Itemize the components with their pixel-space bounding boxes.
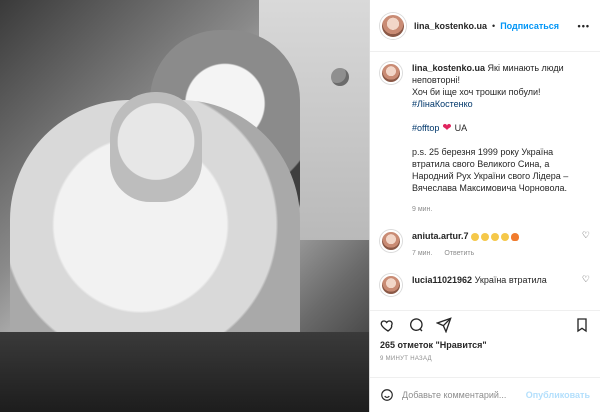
hashtag-offtop[interactable]: #offtop: [412, 122, 439, 134]
caption-hashtag[interactable]: #ЛінаКостенко: [412, 99, 473, 109]
photo-table: [0, 332, 369, 412]
ua-label: UA: [454, 123, 468, 133]
caption-offtop-line: #offtop ❤ UA: [412, 122, 590, 134]
caption-time: 9 мин.: [412, 206, 433, 213]
caption: lina_kostenko.ua Які минають люди неповт…: [380, 62, 590, 216]
post-username[interactable]: lina_kostenko.ua: [414, 21, 487, 31]
emoji-row: [471, 232, 520, 241]
fire-emoji-icon: [511, 232, 520, 241]
post-header: lina_kostenko.ua • Подписаться •••: [370, 0, 600, 52]
comment-username[interactable]: aniuta.artur.7: [412, 231, 469, 241]
bookmark-icon[interactable]: [574, 317, 590, 333]
comment-meta: 7 мин. Ответить: [412, 248, 582, 260]
comment-body: aniuta.artur.7 7 мин. Ответить: [412, 230, 582, 260]
comment-icon[interactable]: [408, 317, 424, 333]
smile-icon[interactable]: [380, 388, 394, 402]
likes-count[interactable]: 265 отметок "Нравится": [380, 340, 487, 350]
instagram-post-modal: lina_kostenko.ua • Подписаться ••• lina_…: [0, 0, 600, 412]
photo-lamp: [331, 68, 349, 86]
post-actions: [370, 310, 600, 338]
comment-composer: Опубликовать: [370, 377, 600, 412]
comment-like-icon[interactable]: ♡: [582, 230, 590, 260]
comment-body: lucia11021962 Україна втратила: [412, 274, 582, 296]
emoji-icon: [501, 232, 510, 241]
post-photo[interactable]: [0, 0, 369, 412]
avatar[interactable]: [380, 12, 406, 39]
share-icon[interactable]: [436, 316, 452, 333]
follow-button[interactable]: Подписаться: [500, 21, 559, 31]
comment-like-icon[interactable]: ♡: [582, 274, 590, 296]
comment-item: aniuta.artur.7 7 мин. Ответить ♡: [380, 230, 590, 260]
post-side-panel: lina_kostenko.ua • Подписаться ••• lina_…: [369, 0, 600, 412]
comment-avatar[interactable]: [380, 274, 402, 296]
caption-username[interactable]: lina_kostenko.ua: [412, 63, 485, 73]
caption-line-1: Які минають люди: [487, 63, 564, 73]
comments-scroll[interactable]: lina_kostenko.ua Які минають люди неповт…: [370, 52, 600, 307]
comment-username[interactable]: lucia11021962: [412, 275, 472, 285]
caption-ps: p.s. 25 березня 1999 року Україна втрати…: [412, 147, 569, 193]
comment-avatar[interactable]: [380, 230, 402, 252]
comment-time: 7 мин.: [412, 250, 433, 257]
photo-man-face: [110, 92, 202, 202]
caption-avatar[interactable]: [380, 62, 402, 84]
header-separator-dot: •: [492, 20, 496, 31]
post-timestamp: 9 МИНУТ НАЗАД: [380, 356, 432, 362]
emoji-icon: [491, 232, 500, 241]
emoji-icon: [471, 232, 480, 241]
caption-text: lina_kostenko.ua Які минають люди неповт…: [412, 62, 590, 216]
more-options-button[interactable]: •••: [578, 21, 590, 31]
comment-item: lucia11021962 Україна втратила ♡: [380, 274, 590, 296]
caption-line-3: Хоч би іще хоч трошки побули!: [412, 87, 541, 97]
comment-input[interactable]: [402, 390, 526, 400]
emoji-icon: [481, 232, 490, 241]
reply-button[interactable]: Ответить: [444, 250, 474, 257]
heart-icon[interactable]: [380, 317, 396, 333]
caption-line-2: неповторні!: [412, 75, 460, 85]
heart-emoji-icon: ❤: [442, 122, 452, 134]
comment-text: Україна втратила: [474, 275, 547, 285]
publish-button[interactable]: Опубликовать: [526, 390, 590, 400]
